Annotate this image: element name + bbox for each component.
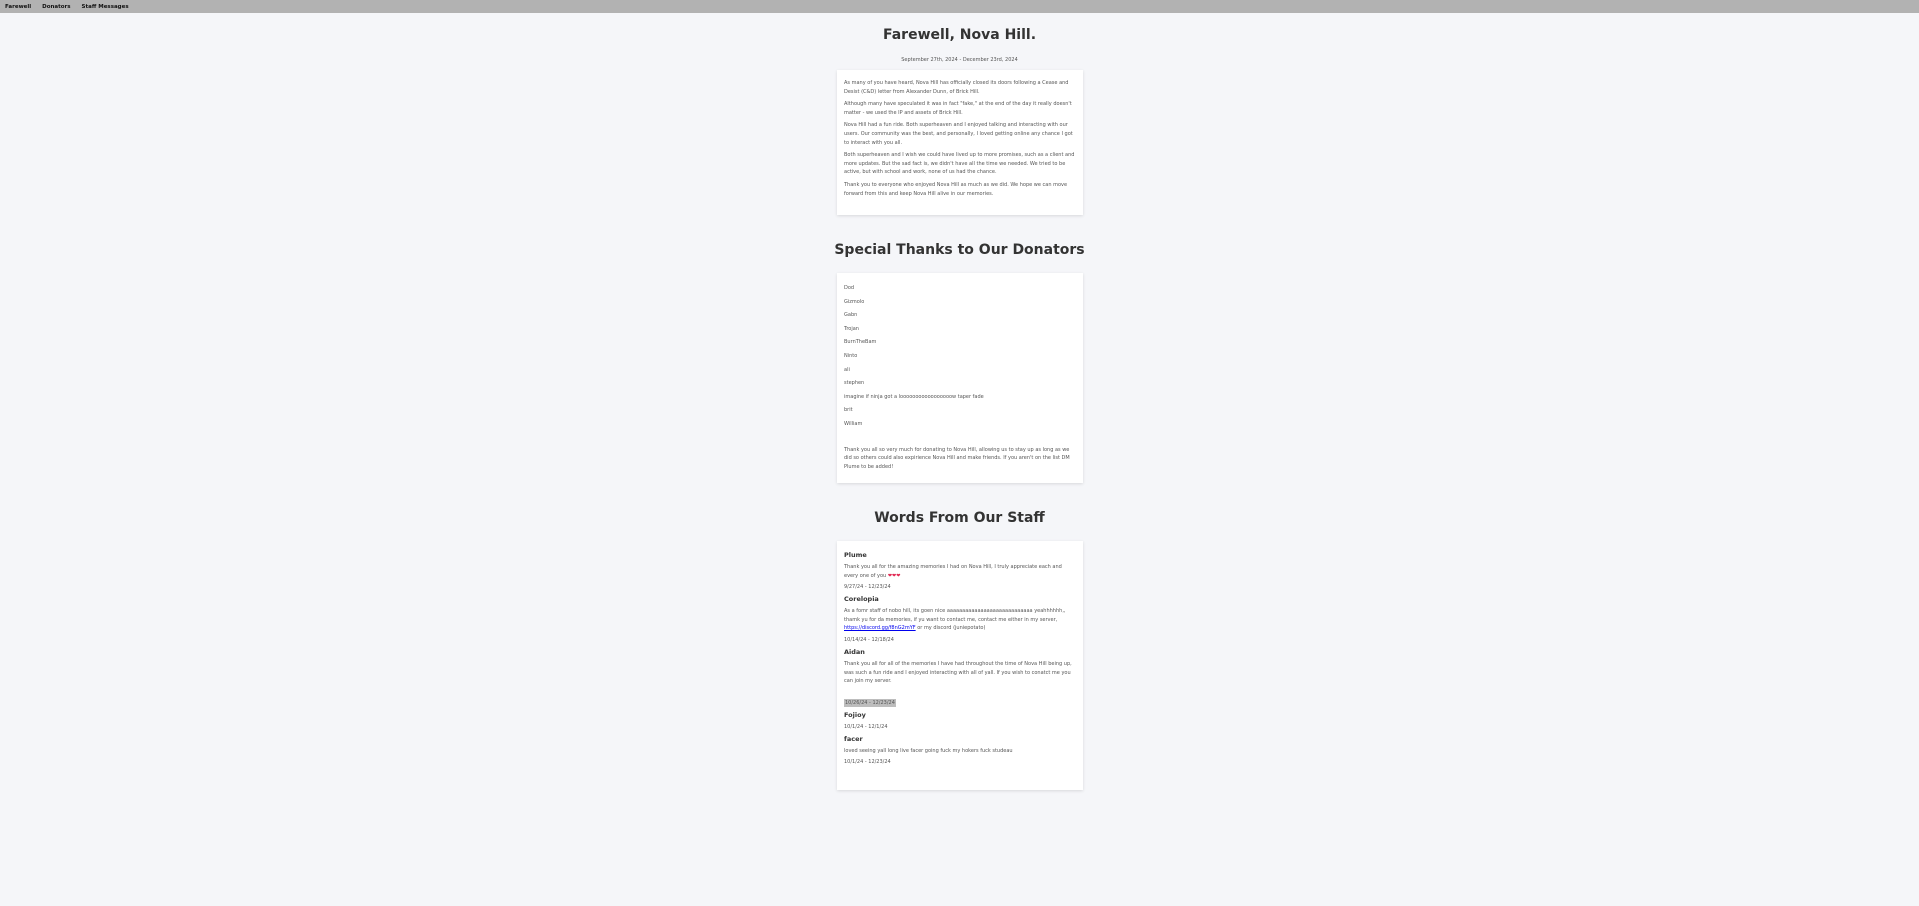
- donor-name: imagine if ninja got a loooooooooooooooo…: [844, 393, 984, 400]
- navbar: Farewell Donators Staff Messages: [0, 0, 1919, 13]
- staff-entry: Fojioy 10/1/24 - 12/1/24: [844, 711, 1076, 731]
- staff-dates: 10/14/24 - 12/18/24: [844, 636, 894, 643]
- farewell-paragraph: Both superheaven and I wish we could hav…: [844, 152, 1075, 176]
- staff-card: Plume Thank you all for the amazing memo…: [837, 541, 1083, 790]
- staff-entry: Aidan Thank you all for all of the memor…: [844, 648, 1076, 711]
- farewell-paragraph: Nova Hill had a fun ride. Both superheav…: [844, 122, 1073, 146]
- staff-dates-highlighted: 10/26/24 - 12/23/24: [844, 698, 896, 707]
- discord-link[interactable]: https://discord.gg/f8nG2mYF: [844, 625, 916, 631]
- donor-name: William: [844, 420, 863, 427]
- staff-name: facer: [844, 734, 863, 743]
- donor-name: stephen: [844, 380, 865, 387]
- staff-entry: Plume Thank you all for the amazing memo…: [844, 551, 1076, 591]
- donor-name: Gabn: [844, 312, 858, 319]
- nav-farewell[interactable]: Farewell: [5, 4, 31, 10]
- staff-name: Plume: [844, 551, 867, 559]
- staff-message: Thank you all for all of the memories I …: [844, 660, 1072, 685]
- donor-name: brit: [844, 407, 853, 414]
- staff-dates: 10/1/24 - 12/23/24: [844, 759, 891, 766]
- donators-thanks: Thank you all so very much for donating …: [844, 446, 1070, 470]
- farewell-paragraph: Thank you to everyone who enjoyed Nova H…: [844, 181, 1068, 197]
- hearts-icon: ❤❤❤: [887, 572, 901, 579]
- staff-message: loved seeing yall long live facer going …: [844, 747, 1013, 754]
- staff-message: Thank you all for the amazing memories I…: [844, 564, 1062, 579]
- donor-name: Trojan: [844, 325, 859, 332]
- donor-name: Dod: [844, 285, 855, 291]
- staff-name: Aidan: [844, 647, 865, 656]
- staff-dates: 10/1/24 - 12/1/24: [844, 723, 888, 730]
- farewell-paragraph: As many of you have heard, Nova Hill has…: [844, 80, 1069, 95]
- farewell-card: As many of you have heard, Nova Hill has…: [837, 70, 1083, 215]
- staff-message: As a fomr staff of nobo hill, its goen n…: [844, 608, 1066, 632]
- donor-name: Ninto: [844, 352, 858, 359]
- donor-name: BurnTheBam: [844, 339, 877, 346]
- donor-name: ali: [844, 366, 850, 373]
- staff-entry: facer loved seeing yall long live facer …: [844, 735, 1076, 767]
- staff-title: Words From Our Staff: [874, 510, 1045, 526]
- staff-dates: 9/27/24 - 12/23/24: [844, 584, 891, 591]
- staff-name: Fojioy: [844, 710, 866, 719]
- staff-name: Corelopia: [844, 595, 879, 604]
- farewell-title: Farewell, Nova Hill.: [882, 27, 1037, 43]
- donators-title: Special Thanks to Our Donators: [834, 242, 1085, 258]
- staff-entry: Corelopia As a fomr staff of nobo hill, …: [844, 595, 1076, 644]
- farewell-dates: September 27th, 2024 - December 23rd, 20…: [901, 57, 1018, 63]
- farewell-paragraph: Although many have speculated it was in …: [844, 101, 1072, 116]
- nav-staff-messages[interactable]: Staff Messages: [82, 4, 129, 10]
- nav-donators[interactable]: Donators: [42, 4, 70, 10]
- donor-name: Gizmolo: [844, 298, 865, 305]
- donators-card: Dod Gizmolo Gabn Trojan BurnTheBam Ninto…: [837, 273, 1083, 483]
